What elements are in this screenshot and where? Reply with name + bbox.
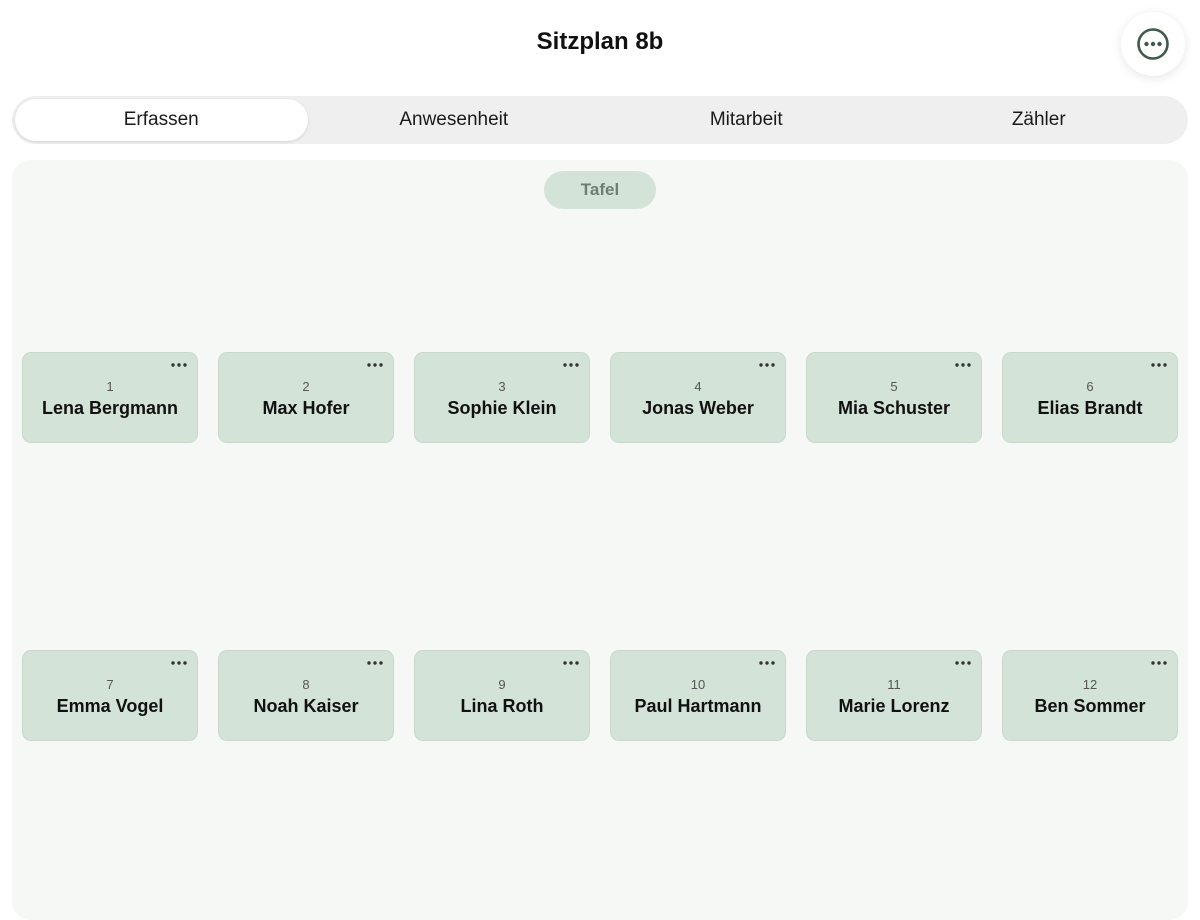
seat-menu-button[interactable] <box>168 655 190 671</box>
student-name: Lena Bergmann <box>41 398 179 418</box>
seat-number: 6 <box>1086 379 1094 394</box>
seat-menu-button[interactable] <box>756 357 778 373</box>
seat-card[interactable]: 8 Noah Kaiser <box>218 650 394 741</box>
ellipsis-icon <box>171 363 187 367</box>
seat-menu-button[interactable] <box>952 655 974 671</box>
tab-erfassen[interactable]: Erfassen <box>15 99 308 141</box>
seat-number: 11 <box>887 677 901 692</box>
ellipsis-icon <box>367 661 383 665</box>
seating-area: Tafel 1 Lena Bergmann 2 Max Hofer 3 Soph… <box>12 160 1188 920</box>
seat-card[interactable]: 10 Paul Hartmann <box>610 650 786 741</box>
student-name: Mia Schuster <box>837 398 951 418</box>
ellipsis-icon <box>563 661 579 665</box>
student-name: Emma Vogel <box>56 696 164 716</box>
seat-row-2: 7 Emma Vogel 8 Noah Kaiser 9 Lina Roth 1… <box>22 650 1178 741</box>
seat-number: 12 <box>1082 677 1098 692</box>
seat-menu-button[interactable] <box>364 357 386 373</box>
page-title: Sitzplan 8b <box>536 28 664 55</box>
seat-number: 10 <box>690 677 706 692</box>
header: Sitzplan 8b <box>0 0 1200 88</box>
ellipsis-icon <box>563 363 579 367</box>
ellipsis-icon <box>955 661 971 665</box>
seat-card[interactable]: 11 Marie Lorenz <box>806 650 982 741</box>
seat-menu-button[interactable] <box>364 655 386 671</box>
student-name: Elias Brandt <box>1037 398 1143 418</box>
seat-menu-button[interactable] <box>560 655 582 671</box>
seat-number: 8 <box>302 677 310 692</box>
ellipsis-icon <box>759 661 775 665</box>
mode-tabs: Erfassen Anwesenheit Mitarbeit Zähler <box>12 96 1188 144</box>
tab-zaehler[interactable]: Zähler <box>893 99 1186 141</box>
seat-menu-button[interactable] <box>560 357 582 373</box>
student-name: Lina Roth <box>460 696 544 716</box>
seat-number: 9 <box>498 677 506 692</box>
ellipsis-icon <box>759 363 775 367</box>
seat-number: 4 <box>694 379 702 394</box>
seat-card[interactable]: 5 Mia Schuster <box>806 352 982 443</box>
seat-number: 7 <box>106 677 114 692</box>
seat-row-1: 1 Lena Bergmann 2 Max Hofer 3 Sophie Kle… <box>22 352 1178 443</box>
seat-number: 1 <box>106 379 114 394</box>
ellipsis-icon <box>367 363 383 367</box>
ellipsis-icon <box>955 363 971 367</box>
student-name: Sophie Klein <box>447 398 557 418</box>
student-name: Noah Kaiser <box>253 696 359 716</box>
tab-mitarbeit[interactable]: Mitarbeit <box>600 99 893 141</box>
seat-card[interactable]: 1 Lena Bergmann <box>22 352 198 443</box>
ellipsis-circle-icon <box>1137 28 1169 60</box>
student-name: Max Hofer <box>262 398 350 418</box>
more-options-button[interactable] <box>1121 12 1185 76</box>
seat-number: 2 <box>302 379 310 394</box>
seat-card[interactable]: 7 Emma Vogel <box>22 650 198 741</box>
student-name: Marie Lorenz <box>838 696 950 716</box>
ellipsis-icon <box>171 661 187 665</box>
seat-menu-button[interactable] <box>1148 357 1170 373</box>
seat-menu-button[interactable] <box>1148 655 1170 671</box>
seat-menu-button[interactable] <box>756 655 778 671</box>
seat-card[interactable]: 3 Sophie Klein <box>414 352 590 443</box>
seat-menu-button[interactable] <box>168 357 190 373</box>
seat-card[interactable]: 2 Max Hofer <box>218 352 394 443</box>
seat-number: 5 <box>890 379 898 394</box>
board-label: Tafel <box>544 171 656 209</box>
seat-card[interactable]: 9 Lina Roth <box>414 650 590 741</box>
seat-card[interactable]: 12 Ben Sommer <box>1002 650 1178 741</box>
seat-card[interactable]: 4 Jonas Weber <box>610 352 786 443</box>
tab-anwesenheit[interactable]: Anwesenheit <box>308 99 601 141</box>
seat-number: 3 <box>498 379 506 394</box>
seat-menu-button[interactable] <box>952 357 974 373</box>
student-name: Ben Sommer <box>1034 696 1146 716</box>
seat-card[interactable]: 6 Elias Brandt <box>1002 352 1178 443</box>
student-name: Paul Hartmann <box>634 696 762 716</box>
ellipsis-icon <box>1151 661 1167 665</box>
student-name: Jonas Weber <box>642 398 754 418</box>
ellipsis-icon <box>1151 363 1167 367</box>
